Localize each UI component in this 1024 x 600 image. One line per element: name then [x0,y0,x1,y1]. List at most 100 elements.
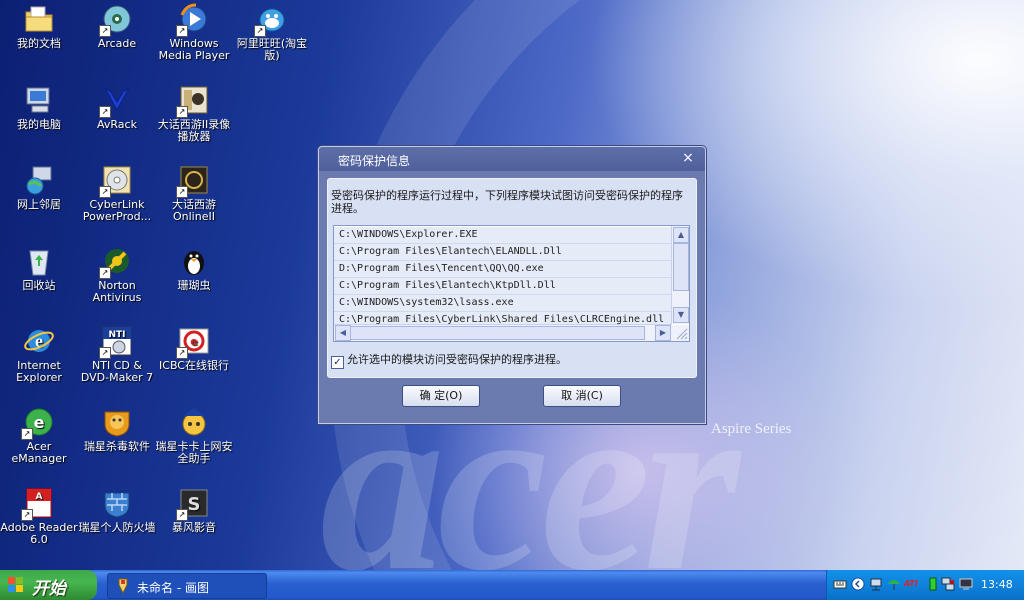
start-button[interactable]: 开始 [0,570,97,600]
svg-text:A: A [36,492,43,502]
lion-icon [101,406,133,438]
recycle-bin-icon [23,245,55,277]
desktop-icon-rising-kaka[interactable]: 瑞星卡卡上网安全助手 [155,406,233,465]
cancel-button[interactable]: 取 消(C) [543,385,621,407]
desktop-icon-nti[interactable]: NTI ↗ NTI CD & DVD-Maker 7 [78,325,156,384]
desktop-icon-rising-antivirus[interactable]: 瑞星杀毒软件 [78,406,156,453]
shortcut-arrow-icon: ↗ [99,267,111,279]
module-list-item[interactable]: C:\Program Files\Elantech\KtpDll.Dll [334,278,671,295]
windows-flag-icon [8,577,24,593]
emanager-icon: e ↗ [21,406,55,440]
shortcut-arrow-icon: ↗ [176,509,188,521]
desktop-icon-dahuaxiyou-recorder[interactable]: ↗ 大话西游II录像播放器 [155,84,233,143]
desktop-icon-cyberlink[interactable]: ↗ CyberLink PowerProd... [78,164,156,223]
vertical-scrollbar[interactable]: ▲ ▼ [671,226,689,324]
desktop-icon-acer-emanager[interactable]: e ↗ Acer eManager [0,406,78,465]
horizontal-scroll-thumb[interactable] [350,326,645,340]
taskbar-button-paint[interactable]: 未命名 - 画图 [107,573,267,599]
kaka-icon [178,406,210,438]
keyboard-icon[interactable] [833,577,847,591]
password-protection-dialog: 密码保护信息 × 受密码保护的程序运行过程中，下列程序模块试图访问受密码保护的程… [318,146,706,424]
desktop-icon-arcade[interactable]: ↗ Arcade [78,3,156,50]
network-icon[interactable] [869,577,883,591]
folder-icon [23,3,55,35]
scroll-down-icon[interactable]: ▼ [673,307,689,323]
adobe-reader-icon: A ↗ [21,487,55,521]
shortcut-arrow-icon: ↗ [176,106,188,118]
scroll-right-icon[interactable]: ▶ [655,325,671,341]
aliwangwang-icon: ↗ [254,3,288,37]
desktop-icon-media-player[interactable]: ↗ Windows Media Player [155,3,233,62]
shortcut-arrow-icon: ↗ [99,347,111,359]
shortcut-arrow-icon: ↗ [176,186,188,198]
allow-access-checkbox[interactable]: ✓ [331,356,344,369]
desktop-icon-aliwangwang[interactable]: ↗ 阿里旺旺(淘宝版) [233,3,311,62]
internet-explorer-icon: e [23,325,55,357]
desktop-icon-rising-firewall[interactable]: 瑞星个人防火墙 [78,487,156,534]
nti-icon: NTI ↗ [99,325,133,359]
clock[interactable]: 13:48 [981,578,1013,591]
dialog-titlebar[interactable]: 密码保护信息 × [319,147,705,171]
module-listbox[interactable]: C:\WINDOWS\Explorer.EXE C:\Program Files… [333,225,690,342]
vertical-scroll-thumb[interactable] [673,243,689,291]
module-list: C:\WINDOWS\Explorer.EXE C:\Program Files… [334,227,671,329]
svg-text:S: S [188,494,201,515]
shortcut-arrow-icon: ↗ [176,347,188,359]
shortcut-arrow-icon: ↗ [176,25,188,37]
aspire-series-text: Aspire Series [711,421,792,437]
desktop-icon-network-places[interactable]: 网上邻居 [0,164,78,211]
penguin-icon [178,245,210,277]
expand-tray-icon[interactable] [851,577,865,591]
shortcut-arrow-icon: ↗ [21,509,33,521]
desktop-icon-icbc[interactable]: e ↗ ICBC在线银行 [155,325,233,372]
dialog-content-panel: 受密码保护的程序运行过程中，下列程序模块试图访问受密码保护的程序进程。 C:\W… [327,178,697,378]
game-icon: ↗ [176,164,210,198]
network-globe-icon [23,164,55,196]
game-recorder-icon: ↗ [176,84,210,118]
icbc-icon: e ↗ [176,325,210,359]
shortcut-arrow-icon: ↗ [99,25,111,37]
scroll-up-icon[interactable]: ▲ [673,227,689,243]
shortcut-arrow-icon: ↗ [99,106,111,118]
ok-button[interactable]: 确 定(O) [402,385,480,407]
desktop: acer Aspire Series 我的文档 我的电脑 网上邻居 回收站 e … [0,0,1024,570]
close-icon[interactable]: × [679,149,697,167]
media-player-icon: ↗ [176,3,210,37]
firewall-icon [101,487,133,519]
start-label: 开始 [32,579,66,599]
svg-text:NTI: NTI [108,330,125,340]
scroll-left-icon[interactable]: ◀ [335,325,351,341]
desktop-icon-avrack[interactable]: ↗ AvRack [78,84,156,131]
display-icon[interactable] [959,577,973,591]
battery-icon[interactable] [926,577,940,591]
avrack-icon: ↗ [99,84,133,118]
ati-icon[interactable]: ATI [904,577,924,591]
network-disconnected-icon[interactable] [941,577,955,591]
resize-grip-icon [672,325,689,341]
horizontal-scrollbar[interactable]: ◀ ▶ [334,324,672,341]
allow-access-checkbox-row[interactable]: ✓ 允许选中的模块访问受密码保护的程序进程。 [331,351,567,369]
taskbar-button-label: 未命名 - 画图 [137,581,209,595]
desktop-icon-recycle-bin[interactable]: 回收站 [0,245,78,292]
umbrella-icon[interactable] [887,577,901,591]
module-list-item[interactable]: C:\WINDOWS\system32\lsass.exe [334,295,671,312]
desktop-icon-my-computer[interactable]: 我的电脑 [0,84,78,131]
dialog-description: 受密码保护的程序运行过程中，下列程序模块试图访问受密码保护的程序进程。 [331,189,683,215]
desktop-icon-baofeng[interactable]: S ↗ 暴风影音 [155,487,233,534]
desktop-icon-adobe-reader[interactable]: A ↗ Adobe Reader 6.0 [0,487,78,546]
allow-access-label: 允许选中的模块访问受密码保护的程序进程。 [347,353,567,366]
svg-text:e: e [190,335,197,348]
system-tray: ATI 13:48 [826,570,1024,600]
module-list-item[interactable]: D:\Program Files\Tencent\QQ\QQ.exe [334,261,671,278]
shortcut-arrow-icon: ↗ [99,186,111,198]
paint-icon [116,578,130,595]
module-list-item[interactable]: C:\WINDOWS\Explorer.EXE [334,227,671,244]
baofeng-player-icon: S ↗ [176,487,210,521]
cd-disc-icon: ↗ [99,164,133,198]
desktop-icon-norton[interactable]: ↗ Norton Antivirus [78,245,156,304]
desktop-icon-my-documents[interactable]: 我的文档 [0,3,78,50]
desktop-icon-shanhuchong[interactable]: 珊瑚虫 [155,245,233,292]
module-list-item[interactable]: C:\Program Files\Elantech\ELANDLL.Dll [334,244,671,261]
desktop-icon-internet-explorer[interactable]: e Internet Explorer [0,325,78,384]
desktop-icon-dahuaxiyou-online[interactable]: ↗ 大话西游 OnlineII [155,164,233,223]
